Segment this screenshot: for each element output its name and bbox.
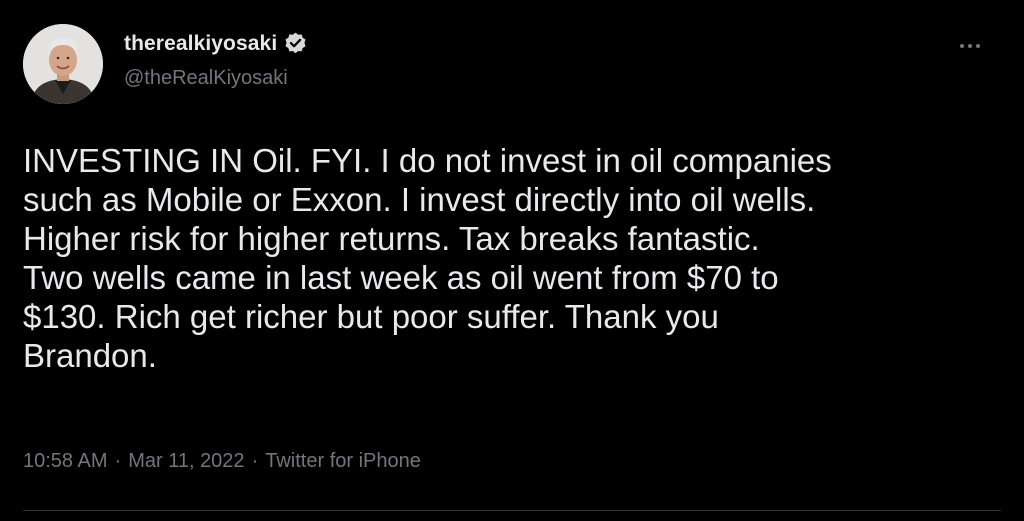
tweet-text: INVESTING IN Oil. FYI. I do not invest i…: [23, 142, 832, 374]
display-name[interactable]: therealkiyosaki: [124, 32, 277, 56]
author-handle[interactable]: @theRealKiyosaki: [124, 67, 288, 90]
tweet-time-link[interactable]: 10:58 AM: [23, 450, 108, 473]
ellipsis-icon: [976, 44, 980, 48]
author-name-row: therealkiyosaki: [124, 31, 308, 56]
profile-photo-icon: [23, 24, 103, 104]
tweet-date-link[interactable]: Mar 11, 2022: [128, 450, 244, 473]
more-options-button[interactable]: [952, 34, 988, 58]
tweet-card: therealkiyosaki @theRealKiyosaki INVESTI…: [0, 0, 1024, 521]
avatar[interactable]: [23, 24, 103, 104]
meta-separator: ·: [251, 450, 259, 472]
ellipsis-icon: [960, 44, 964, 48]
divider: [23, 510, 1001, 511]
verified-badge-icon: [283, 31, 308, 56]
tweet-metadata: 10:58 AM · Mar 11, 2022 · Twitter for iP…: [23, 450, 421, 473]
tweet-source-link[interactable]: Twitter for iPhone: [265, 450, 421, 473]
ellipsis-icon: [968, 44, 972, 48]
meta-separator: ·: [114, 450, 122, 472]
